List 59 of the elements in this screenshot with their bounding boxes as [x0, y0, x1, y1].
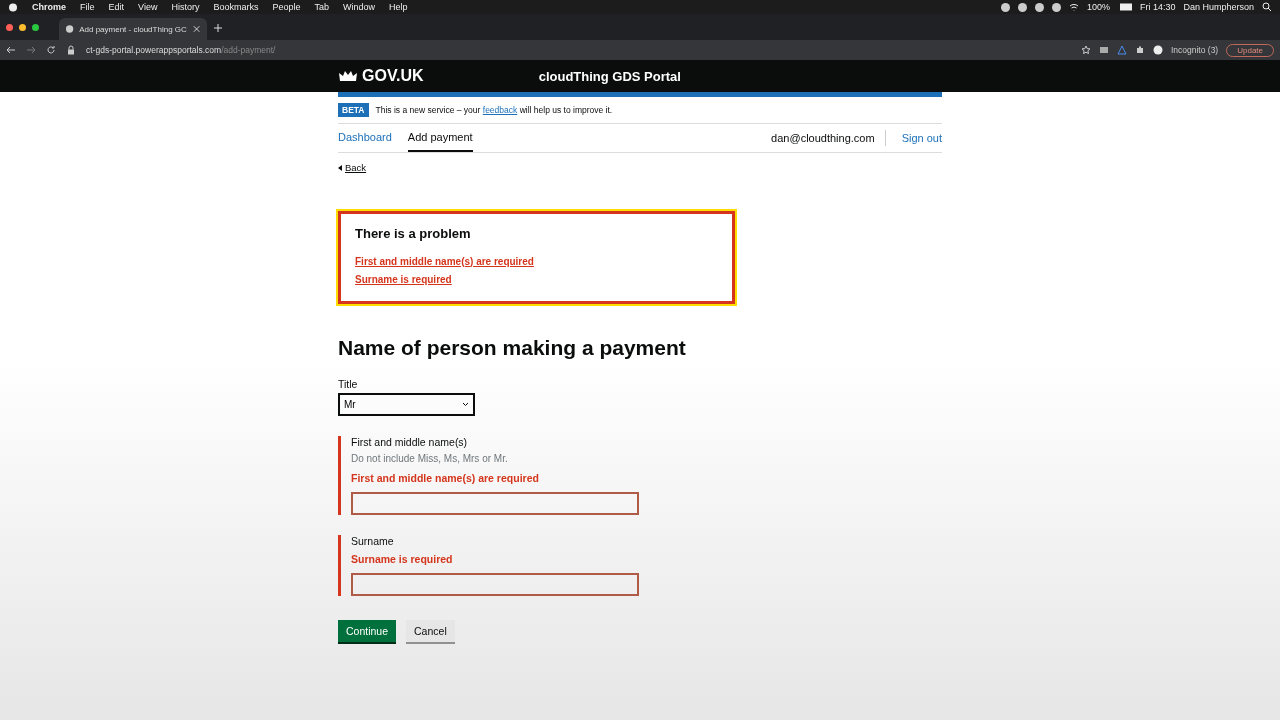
nav-link[interactable]: Add payment [407, 124, 473, 152]
star-icon [1080, 45, 1091, 55]
error-summary-title: There is a problem [355, 225, 472, 241]
phase-message: This is a new service – your feedback will help us to improve it. [375, 105, 613, 115]
error-message: Surname is required [351, 552, 454, 565]
zoom-window-button[interactable] [32, 24, 39, 31]
triangle-icon [1116, 45, 1127, 55]
cancel-button[interactable]: Cancel [406, 619, 455, 642]
error-link[interactable]: Surname is required [355, 270, 718, 289]
field-label: Title [338, 377, 359, 390]
menu-item[interactable]: Window [343, 2, 375, 12]
browser-tab[interactable]: Add payment - cloudThing GC [59, 18, 207, 40]
page-heading: Name of person making a payment [338, 335, 687, 360]
search-icon [1262, 2, 1272, 12]
user-name[interactable]: Dan Humpherson [1183, 2, 1254, 12]
input-field[interactable] [351, 491, 639, 515]
service-name[interactable]: cloudThing GDS Portal [538, 68, 681, 84]
tab-title: Add payment - cloudThing GC [79, 24, 187, 34]
back-arrow-icon [6, 45, 16, 55]
back-caret-icon [338, 164, 342, 171]
incognito-icon [1152, 45, 1163, 55]
lock-icon [66, 45, 76, 55]
user-email: dan@cloudthing.com [771, 130, 886, 146]
menu-item[interactable]: History [171, 2, 200, 12]
field-label: Surname [351, 534, 395, 547]
menu-item[interactable]: Help [389, 2, 408, 12]
menu-item[interactable]: People [272, 2, 301, 12]
new-tab-icon[interactable] [213, 23, 223, 33]
menu-item[interactable]: File [80, 2, 95, 12]
input-field[interactable] [351, 572, 639, 596]
gov-uk-logo[interactable]: GOV.UK [362, 67, 424, 85]
reload-icon [46, 45, 56, 55]
close-window-button[interactable] [6, 24, 13, 31]
close-icon [191, 24, 201, 34]
phase-tag: BETA [338, 103, 369, 117]
back-link[interactable]: Back [338, 162, 367, 173]
error-message: First and middle name(s) are required [351, 471, 540, 484]
menu-item[interactable]: View [138, 2, 158, 12]
field-label: First and middle name(s) [351, 435, 469, 448]
menu-item[interactable]: Bookmarks [213, 2, 259, 12]
title-select[interactable]: Mr [338, 392, 475, 416]
menu-item[interactable]: Edit [108, 2, 125, 12]
menu-app-name[interactable]: Chrome [32, 2, 66, 12]
address-field[interactable]: ct-gds-portal.powerappsportals.com/add-payment/ [86, 45, 276, 55]
profile-label[interactable]: Incognito (3) [1170, 45, 1219, 55]
battery-icon [1117, 2, 1132, 12]
error-link[interactable]: First and middle name(s) are required [355, 252, 718, 271]
field-hint: Do not include Miss, Ms, Mrs or Mr. [351, 452, 509, 464]
menu-item[interactable]: Tab [314, 2, 329, 12]
sign-out-link[interactable]: Sign out [901, 124, 942, 152]
minimize-window-button[interactable] [19, 24, 26, 31]
battery-percentage: 100% [1086, 2, 1110, 12]
nav-link[interactable]: Dashboard [338, 124, 392, 152]
extension-icon [1098, 45, 1109, 55]
clock: Fri 14:30 [1139, 2, 1176, 12]
feedback-link[interactable]: feedback [482, 105, 518, 115]
chevron-down-icon [462, 401, 469, 407]
forward-arrow-icon [26, 45, 36, 55]
continue-button[interactable]: Continue [338, 619, 397, 642]
